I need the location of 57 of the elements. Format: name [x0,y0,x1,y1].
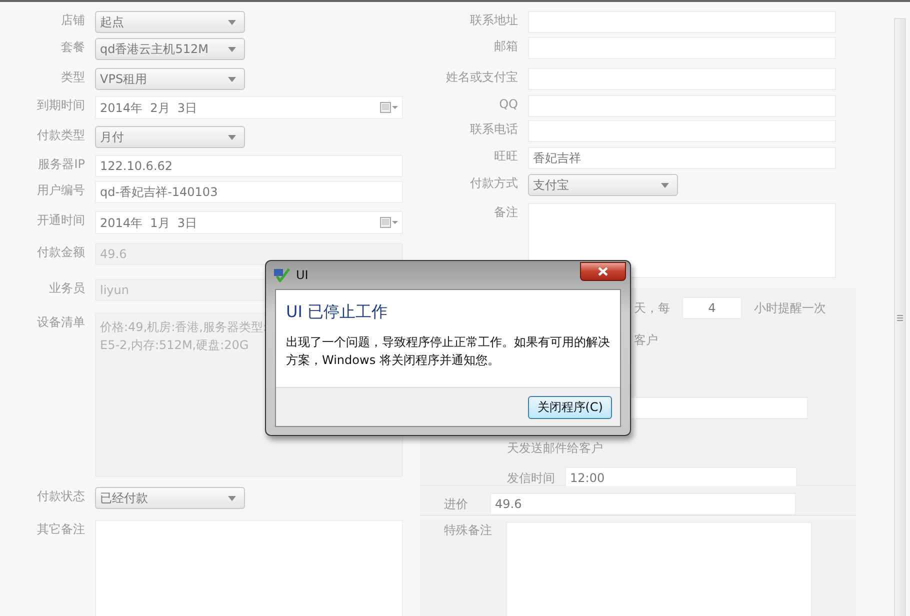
caret-icon [228,46,236,52]
input-field[interactable]: 4 [682,297,742,319]
field-label: 套餐 [60,39,86,56]
dropdown[interactable]: qd香港云主机512M [95,38,245,60]
field-label: 付款方式 [469,175,519,192]
field-label: 联系地址 [469,12,519,29]
field-label: 其它备注 [36,521,86,538]
grip-icon [897,315,903,321]
dialog-title: UI [296,268,310,282]
field-label: 用户编号 [36,182,86,199]
field-label: 店铺 [60,12,86,29]
dropdown[interactable]: 月付 [95,126,245,148]
field-label: 邮箱 [493,38,519,55]
label-text: 天，每 [634,300,670,316]
field-label: 付款金额 [36,244,86,261]
text-area[interactable] [528,203,836,278]
field-label: 联系电话 [469,121,519,138]
field-label: QQ [498,96,519,113]
field-label: 设备清单 [36,314,86,331]
app-icon [274,268,290,282]
caret-icon [661,182,669,188]
close-icon [598,266,608,276]
dropdown[interactable]: VPS租用 [95,68,245,90]
field-label: 付款状态 [36,488,86,505]
field-label: 旺旺 [493,148,519,165]
caret-icon [228,76,236,82]
field-label: 付款类型 [36,127,86,144]
input-field[interactable]: 香妃吉祥 [528,147,836,169]
label-text: 客户 [634,332,658,349]
label-text: 小时提醒一次 [754,300,826,316]
field-label: 类型 [60,69,86,86]
input-field[interactable]: 49.6 [490,493,796,515]
caret-icon [228,496,236,500]
field-label: 进价 [444,496,468,512]
field-label: 业务员 [48,280,86,297]
field-label: 到期时间 [36,97,86,114]
date-field[interactable]: 2014年 1月 3日 [95,211,403,234]
close-button[interactable] [580,262,626,280]
label-text: 天发送邮件给客户 [507,440,603,457]
scrollbar[interactable] [894,18,906,616]
field-label: 备注 [493,204,519,221]
date-field[interactable]: 2014年 2月 3日 [95,96,403,119]
caret-icon [228,20,236,24]
dropdown[interactable]: 已经付款 [95,487,245,509]
input-field[interactable]: 122.10.6.62 [95,155,403,177]
field-label: 开通时间 [36,212,86,229]
calendar-icon[interactable] [380,217,398,228]
calendar-icon[interactable] [380,102,398,113]
field-label: 服务器IP [37,156,86,173]
input-field[interactable]: qd-香妃吉祥-140103 [95,181,403,203]
dropdown[interactable]: 起点 [95,11,245,33]
field-label: 姓名或支付宝 [445,69,519,86]
caret-icon [228,134,236,140]
field-label: 特殊备注 [444,522,492,539]
field-label: 发信时间 [507,470,555,486]
close-program-button[interactable]: 关闭程序(C) [528,396,612,418]
dropdown[interactable]: 支付宝 [528,174,678,196]
